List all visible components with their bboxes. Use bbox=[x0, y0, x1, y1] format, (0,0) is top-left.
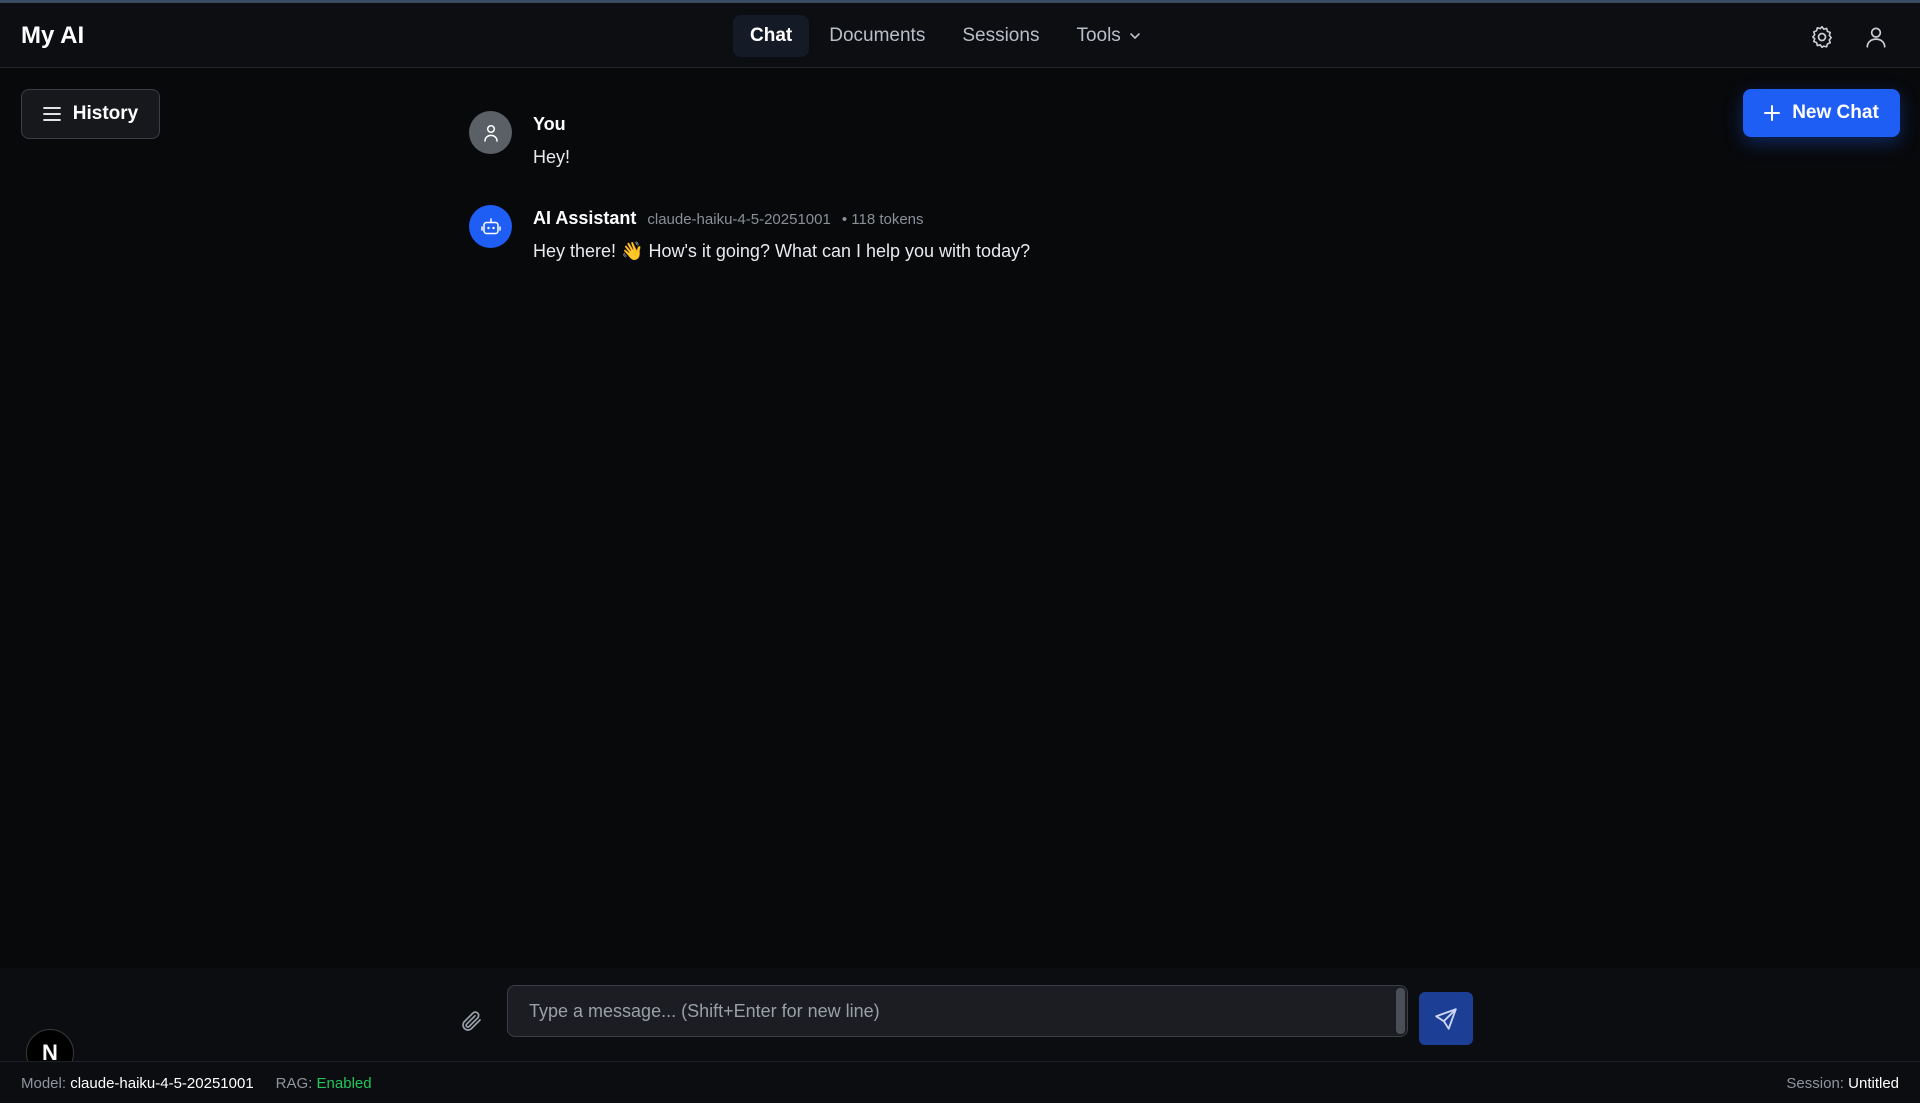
attach-button[interactable] bbox=[458, 1006, 486, 1036]
message-user: You Hey! bbox=[469, 111, 570, 168]
assistant-avatar bbox=[469, 205, 512, 248]
tab-documents[interactable]: Documents bbox=[812, 15, 942, 57]
message-author: You bbox=[533, 114, 566, 134]
chevron-down-icon bbox=[1130, 33, 1140, 39]
message-token-count: • 118 tokens bbox=[841, 211, 924, 228]
tab-tools-label: Tools bbox=[1076, 25, 1121, 46]
status-session-label: Session: bbox=[1786, 1075, 1844, 1092]
tab-chat[interactable]: Chat bbox=[733, 15, 810, 57]
message-input[interactable] bbox=[508, 986, 1388, 1036]
plus-icon bbox=[1764, 105, 1781, 121]
message-author: AI Assistant bbox=[533, 208, 637, 228]
send-button[interactable] bbox=[1419, 992, 1473, 1045]
tab-chat-label: Chat bbox=[750, 25, 793, 46]
tab-tools[interactable]: Tools bbox=[1059, 15, 1157, 57]
send-icon bbox=[1435, 1007, 1457, 1030]
menu-icon bbox=[42, 107, 61, 121]
profile-button[interactable] bbox=[1861, 22, 1891, 52]
bot-icon bbox=[480, 217, 501, 234]
new-chat-button[interactable]: New Chat bbox=[1743, 89, 1900, 137]
new-chat-button-label: New Chat bbox=[1792, 102, 1879, 123]
message-input-container bbox=[507, 985, 1408, 1037]
status-bar: Model: claude-haiku-4-5-20251001 RAG: En… bbox=[0, 1061, 1920, 1103]
tab-sessions[interactable]: Sessions bbox=[945, 15, 1056, 57]
status-session-value: Untitled bbox=[1848, 1075, 1899, 1092]
message-model: claude-haiku-4-5-20251001 bbox=[647, 211, 831, 228]
status-model-value: claude-haiku-4-5-20251001 bbox=[70, 1075, 254, 1092]
user-icon bbox=[1866, 27, 1886, 48]
user-icon bbox=[483, 124, 498, 142]
top-bar: My AI Chat Documents Sessions Tools bbox=[0, 3, 1920, 68]
status-session: Session: Untitled bbox=[1786, 1075, 1899, 1092]
status-rag: RAG: Enabled bbox=[276, 1075, 372, 1092]
status-rag-label: RAG: bbox=[275, 1075, 313, 1092]
status-model: Model: claude-haiku-4-5-20251001 bbox=[21, 1075, 254, 1092]
tab-sessions-label: Sessions bbox=[962, 25, 1040, 46]
main-nav: Chat Documents Sessions Tools bbox=[733, 15, 1161, 57]
settings-button[interactable] bbox=[1807, 22, 1837, 52]
paperclip-icon bbox=[462, 1011, 481, 1031]
user-avatar bbox=[469, 111, 512, 154]
message-text: Hey there! 👋 How's it going? What can I … bbox=[533, 241, 1031, 261]
app-title: My AI bbox=[21, 22, 85, 49]
status-rag-value: Enabled bbox=[316, 1075, 372, 1092]
input-scrollbar[interactable] bbox=[1396, 988, 1405, 1034]
tab-documents-label: Documents bbox=[829, 25, 926, 46]
gear-icon bbox=[1811, 25, 1833, 49]
history-button[interactable]: History bbox=[21, 89, 160, 139]
message-assistant: AI Assistant claude-haiku-4-5-20251001 •… bbox=[469, 205, 1030, 262]
history-button-label: History bbox=[72, 103, 139, 124]
status-model-label: Model: bbox=[21, 1075, 67, 1092]
message-text: Hey! bbox=[533, 147, 571, 167]
